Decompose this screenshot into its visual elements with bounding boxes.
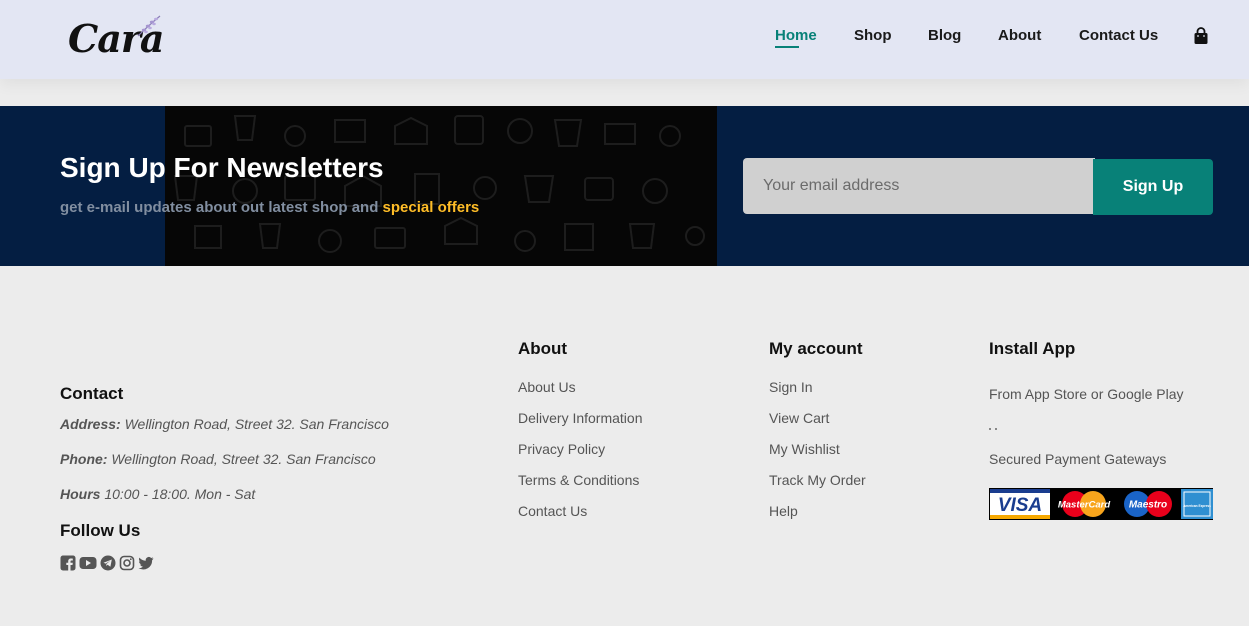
follow-us-heading: Follow Us [60,521,141,540]
install-app-heading: Install App [989,339,1076,358]
app-store-text: From App Store or Google Play [989,386,1184,402]
maestro-icon: Maestro [1118,489,1178,519]
link-delivery-information[interactable]: Delivery Information [518,410,643,426]
mastercard-icon: MasterCard [1053,489,1115,519]
american-express-icon: American Express [1181,489,1213,519]
link-contact-us[interactable]: Contact Us [518,503,587,519]
instagram-icon[interactable] [119,555,135,571]
newsletter-subtitle-highlight: special offers [382,199,480,216]
twitter-icon[interactable] [138,555,154,571]
link-help[interactable]: Help [769,503,798,519]
hours-value: 10:00 - 18:00. Mon - Sat [104,486,256,502]
visa-icon: VISA [990,489,1050,519]
newsletter-section: Sign Up For Newsletters get e-mail updat… [0,106,1249,266]
phone-label: Phone: [60,451,108,467]
contact-hours: Hours 10:00 - 18:00. Mon - Sat [60,486,255,502]
nav-home[interactable]: Home [775,27,817,44]
site-header: Cara Home Shop Blog About Contact Us [0,0,1249,79]
link-track-my-order[interactable]: Track My Order [769,472,866,488]
facebook-icon[interactable] [60,555,76,571]
nav-about[interactable]: About [998,27,1041,44]
main-nav: Home Shop Blog About Contact Us [0,27,1249,51]
nav-contact-us[interactable]: Contact Us [1079,27,1158,44]
shopping-bag-icon[interactable] [1193,27,1209,45]
active-nav-underline [775,46,799,48]
my-account-heading: My account [769,339,863,358]
youtube-icon[interactable] [79,555,97,571]
telegram-icon[interactable] [100,555,116,571]
visa-logo-text: VISA [998,495,1042,516]
about-heading: About [518,339,568,358]
link-terms-conditions[interactable]: Terms & Conditions [518,472,639,488]
shopping-doodle-pattern [173,115,705,253]
newsletter-title: Sign Up For Newsletters [60,152,384,183]
link-view-cart[interactable]: View Cart [769,410,829,426]
address-label: Address: [60,416,121,432]
payment-gateways-text: Secured Payment Gateways [989,451,1167,467]
link-privacy-policy[interactable]: Privacy Policy [518,441,605,457]
hours-label: Hours [60,486,101,502]
american-express-logo-text: American Express [1183,504,1211,508]
address-value: Wellington Road, Street 32. San Francisc… [124,416,389,432]
maestro-logo-text: Maestro [1129,500,1167,511]
newsletter-pattern-background [165,106,717,266]
contact-address: Address: Wellington Road, Street 32. San… [60,416,389,432]
nav-blog[interactable]: Blog [928,27,961,44]
newsletter-subtitle-text: get e-mail updates about out latest shop… [60,199,379,216]
link-my-wishlist[interactable]: My Wishlist [769,441,840,457]
email-input[interactable] [743,158,1095,214]
contact-phone: Phone: Wellington Road, Street 32. San F… [60,451,376,467]
broken-app-store-images[interactable] [989,428,1001,434]
sign-up-button[interactable]: Sign Up [1093,159,1213,215]
nav-shop[interactable]: Shop [854,27,892,44]
phone-value: Wellington Road, Street 32. San Francisc… [111,451,376,467]
contact-heading: Contact [60,384,124,403]
link-sign-in[interactable]: Sign In [769,379,813,395]
payment-methods-image: VISA MasterCard Maestro American Express [989,488,1213,520]
link-about-us[interactable]: About Us [518,379,576,395]
mastercard-logo-text: MasterCard [1058,500,1110,511]
newsletter-subtitle: get e-mail updates about out latest shop… [60,199,479,216]
